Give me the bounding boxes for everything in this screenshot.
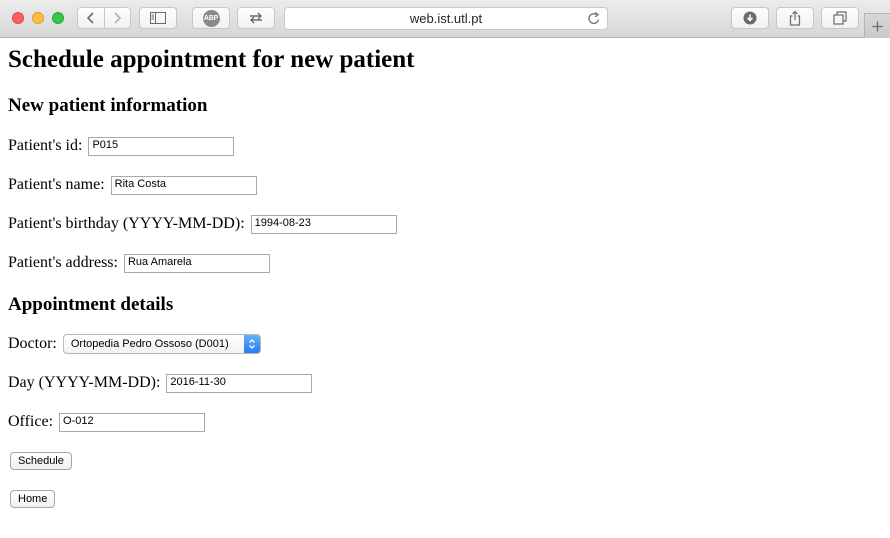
doctor-select[interactable]: Ortopedia Pedro Ossoso (D001) — [62, 334, 261, 354]
plus-icon — [872, 21, 883, 31]
downloads-button[interactable] — [731, 7, 769, 29]
share-icon — [789, 10, 801, 26]
sidebar-toggle-button[interactable] — [139, 7, 177, 29]
appointment-section-heading: Appointment details — [8, 294, 174, 315]
patient-id-label: Patient's id: — [8, 137, 83, 154]
page-title: Schedule appointment for new patient — [8, 46, 415, 73]
share-button[interactable] — [776, 7, 814, 29]
page-content: Schedule appointment for new patient New… — [0, 38, 890, 538]
patient-name-label: Patient's name: — [8, 176, 105, 193]
minimize-window-button[interactable] — [32, 12, 44, 24]
tabs-overview-icon — [833, 11, 847, 25]
office-input[interactable]: O-012 — [59, 412, 206, 432]
forward-button[interactable] — [103, 8, 131, 28]
patient-address-label: Patient's address: — [8, 254, 118, 271]
patient-address-input[interactable]: Rua Amarela — [123, 253, 270, 273]
patient-address-row: Patient's address: Rua Amarela — [8, 253, 270, 273]
close-window-button[interactable] — [12, 12, 24, 24]
download-icon — [743, 11, 757, 25]
patient-id-row: Patient's id: P015 — [8, 136, 235, 156]
patient-birthday-row: Patient's birthday (YYYY-MM-DD): 1994-08… — [8, 214, 397, 234]
day-input[interactable]: 2016-11-30 — [166, 373, 313, 393]
show-tabs-button[interactable] — [821, 7, 859, 29]
doctor-label: Doctor: — [8, 335, 57, 352]
back-forward-group — [77, 7, 131, 29]
url-text: web.ist.utl.pt — [409, 11, 483, 26]
tab-switch-button[interactable] — [237, 7, 275, 29]
maximize-window-button[interactable] — [52, 12, 64, 24]
home-button[interactable]: Home — [10, 490, 56, 508]
day-label: Day (YYYY-MM-DD): — [8, 374, 161, 391]
chevron-left-icon — [86, 12, 94, 24]
patient-id-input[interactable]: P015 — [88, 136, 235, 156]
patient-section-heading: New patient information — [8, 95, 208, 116]
doctor-selected-value: Ortopedia Pedro Ossoso (D001) — [70, 338, 229, 350]
new-tab-button[interactable] — [864, 13, 890, 38]
patient-birthday-input[interactable]: 1994-08-23 — [250, 214, 397, 234]
patient-birthday-label: Patient's birthday (YYYY-MM-DD): — [8, 215, 245, 232]
day-row: Day (YYYY-MM-DD): 2016-11-30 — [8, 373, 313, 393]
back-button[interactable] — [78, 8, 104, 28]
adblock-button[interactable]: ABP — [192, 7, 230, 29]
chevron-right-icon — [114, 12, 122, 24]
patient-name-row: Patient's name: Rita Costa — [8, 175, 257, 195]
address-bar[interactable]: web.ist.utl.pt — [284, 7, 608, 30]
select-arrows-icon — [243, 335, 260, 353]
doctor-row: Doctor: Ortopedia Pedro Ossoso (D001) — [8, 334, 261, 354]
swap-arrows-icon — [250, 12, 262, 24]
patient-name-input[interactable]: Rita Costa — [110, 175, 257, 195]
office-row: Office: O-012 — [8, 412, 206, 432]
office-label: Office: — [8, 413, 54, 430]
schedule-button[interactable]: Schedule — [10, 452, 72, 470]
sidebar-icon — [150, 12, 166, 24]
browser-toolbar: ABP web.ist.utl.pt — [0, 0, 890, 38]
reload-icon[interactable] — [587, 11, 601, 26]
adblock-icon: ABP — [202, 9, 220, 27]
